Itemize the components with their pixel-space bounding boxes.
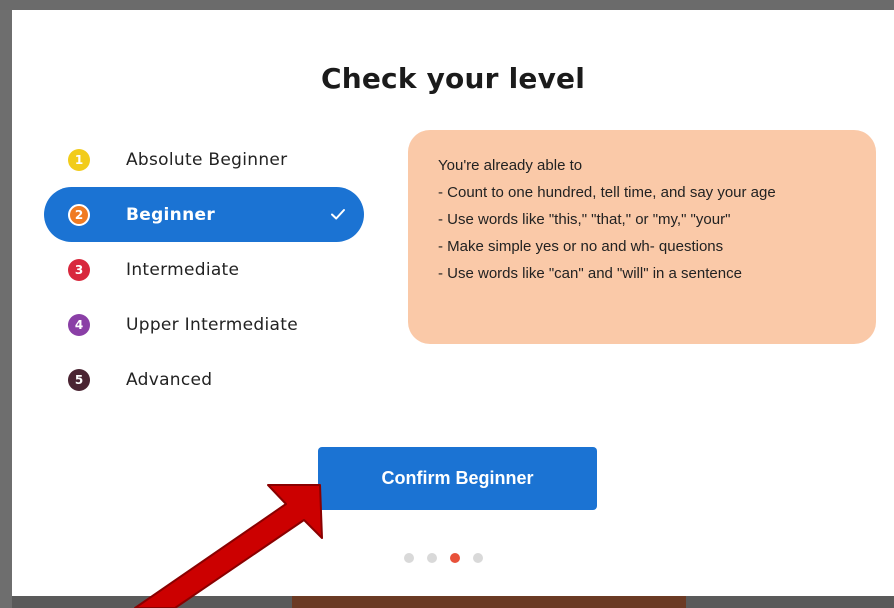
checkmark-icon	[331, 209, 345, 220]
description-line: - Use words like "can" and "will" in a s…	[438, 265, 742, 282]
level-option-advanced[interactable]: 5 Advanced	[44, 352, 364, 407]
level-modal: Check your level 1 Absolute Beginner 2 B…	[12, 10, 894, 596]
level-option-upper-intermediate[interactable]: 4 Upper Intermediate	[44, 297, 364, 352]
description-line: You're already able to	[438, 157, 583, 174]
level-label: Intermediate	[126, 259, 240, 280]
level-option-absolute-beginner[interactable]: 1 Absolute Beginner	[44, 132, 364, 187]
level-option-beginner[interactable]: 2 Beginner	[44, 187, 364, 242]
pagination-dots	[404, 553, 483, 563]
description-line: - Use words like "this," "that," or "my,…	[438, 211, 731, 228]
description-line: - Make simple yes or no and wh- question…	[438, 238, 724, 255]
pagination-dot-3[interactable]	[450, 553, 460, 563]
level-list: 1 Absolute Beginner 2 Beginner 3 Interme…	[44, 132, 366, 407]
backdrop-bottom-bar	[292, 596, 686, 608]
level-description-box: You're already able to - Count to one hu…	[408, 130, 876, 344]
confirm-level-button[interactable]: Confirm Beginner	[318, 447, 597, 510]
level-label: Advanced	[126, 369, 213, 390]
level-number-badge: 1	[68, 148, 90, 171]
level-label: Absolute Beginner	[126, 149, 288, 170]
level-option-intermediate[interactable]: 3 Intermediate	[44, 242, 364, 297]
page-title: Check your level	[320, 62, 586, 95]
description-line: - Count to one hundred, tell time, and s…	[438, 184, 776, 201]
level-number-badge: 2	[68, 203, 90, 226]
level-number-badge: 3	[68, 258, 90, 281]
level-label: Beginner	[126, 204, 216, 225]
backdrop-top	[0, 0, 894, 10]
level-label: Upper Intermediate	[126, 314, 298, 335]
pagination-dot-2[interactable]	[427, 553, 437, 563]
level-number-badge: 4	[68, 313, 90, 336]
backdrop-left	[0, 0, 12, 608]
pagination-dot-4[interactable]	[473, 553, 483, 563]
level-number-badge: 5	[68, 368, 90, 391]
pagination-dot-1[interactable]	[404, 553, 414, 563]
